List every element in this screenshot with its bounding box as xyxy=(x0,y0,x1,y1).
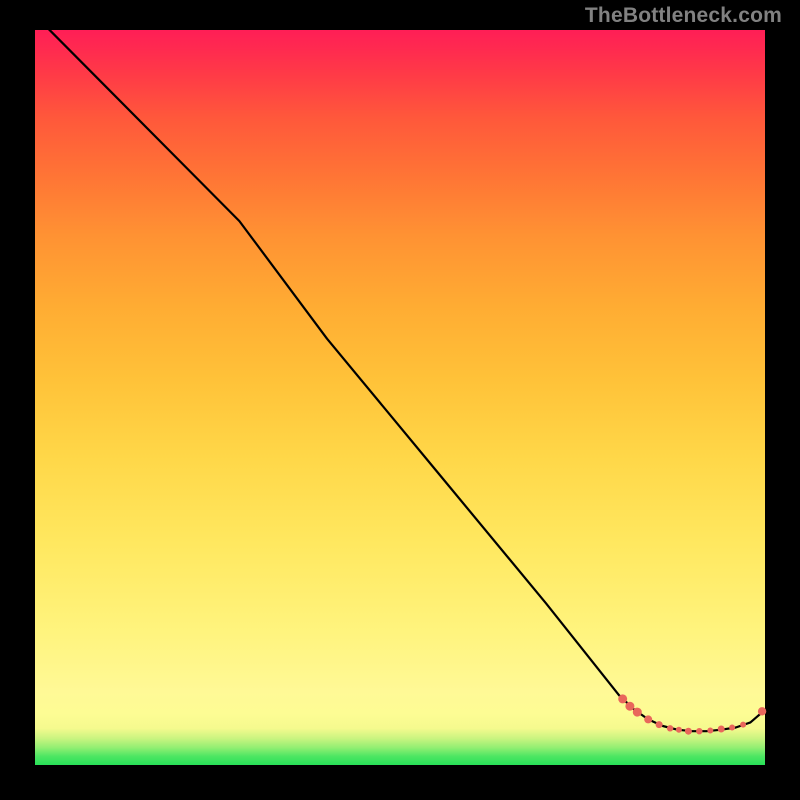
data-point xyxy=(758,707,766,715)
data-point xyxy=(676,727,682,733)
data-point xyxy=(696,728,702,734)
chart-svg xyxy=(35,30,765,765)
data-point xyxy=(618,694,627,703)
bottleneck-curve-line xyxy=(35,15,765,731)
data-point xyxy=(718,726,725,733)
data-point xyxy=(644,715,652,723)
data-point xyxy=(729,725,735,731)
data-point-markers xyxy=(618,694,766,734)
data-point xyxy=(625,702,634,711)
chart-frame: TheBottleneck.com xyxy=(0,0,800,800)
data-point xyxy=(667,725,673,731)
data-point xyxy=(740,722,746,728)
data-point xyxy=(656,721,663,728)
data-point xyxy=(685,728,692,735)
watermark-text: TheBottleneck.com xyxy=(585,4,782,28)
data-point xyxy=(633,708,642,717)
data-point xyxy=(707,728,713,734)
